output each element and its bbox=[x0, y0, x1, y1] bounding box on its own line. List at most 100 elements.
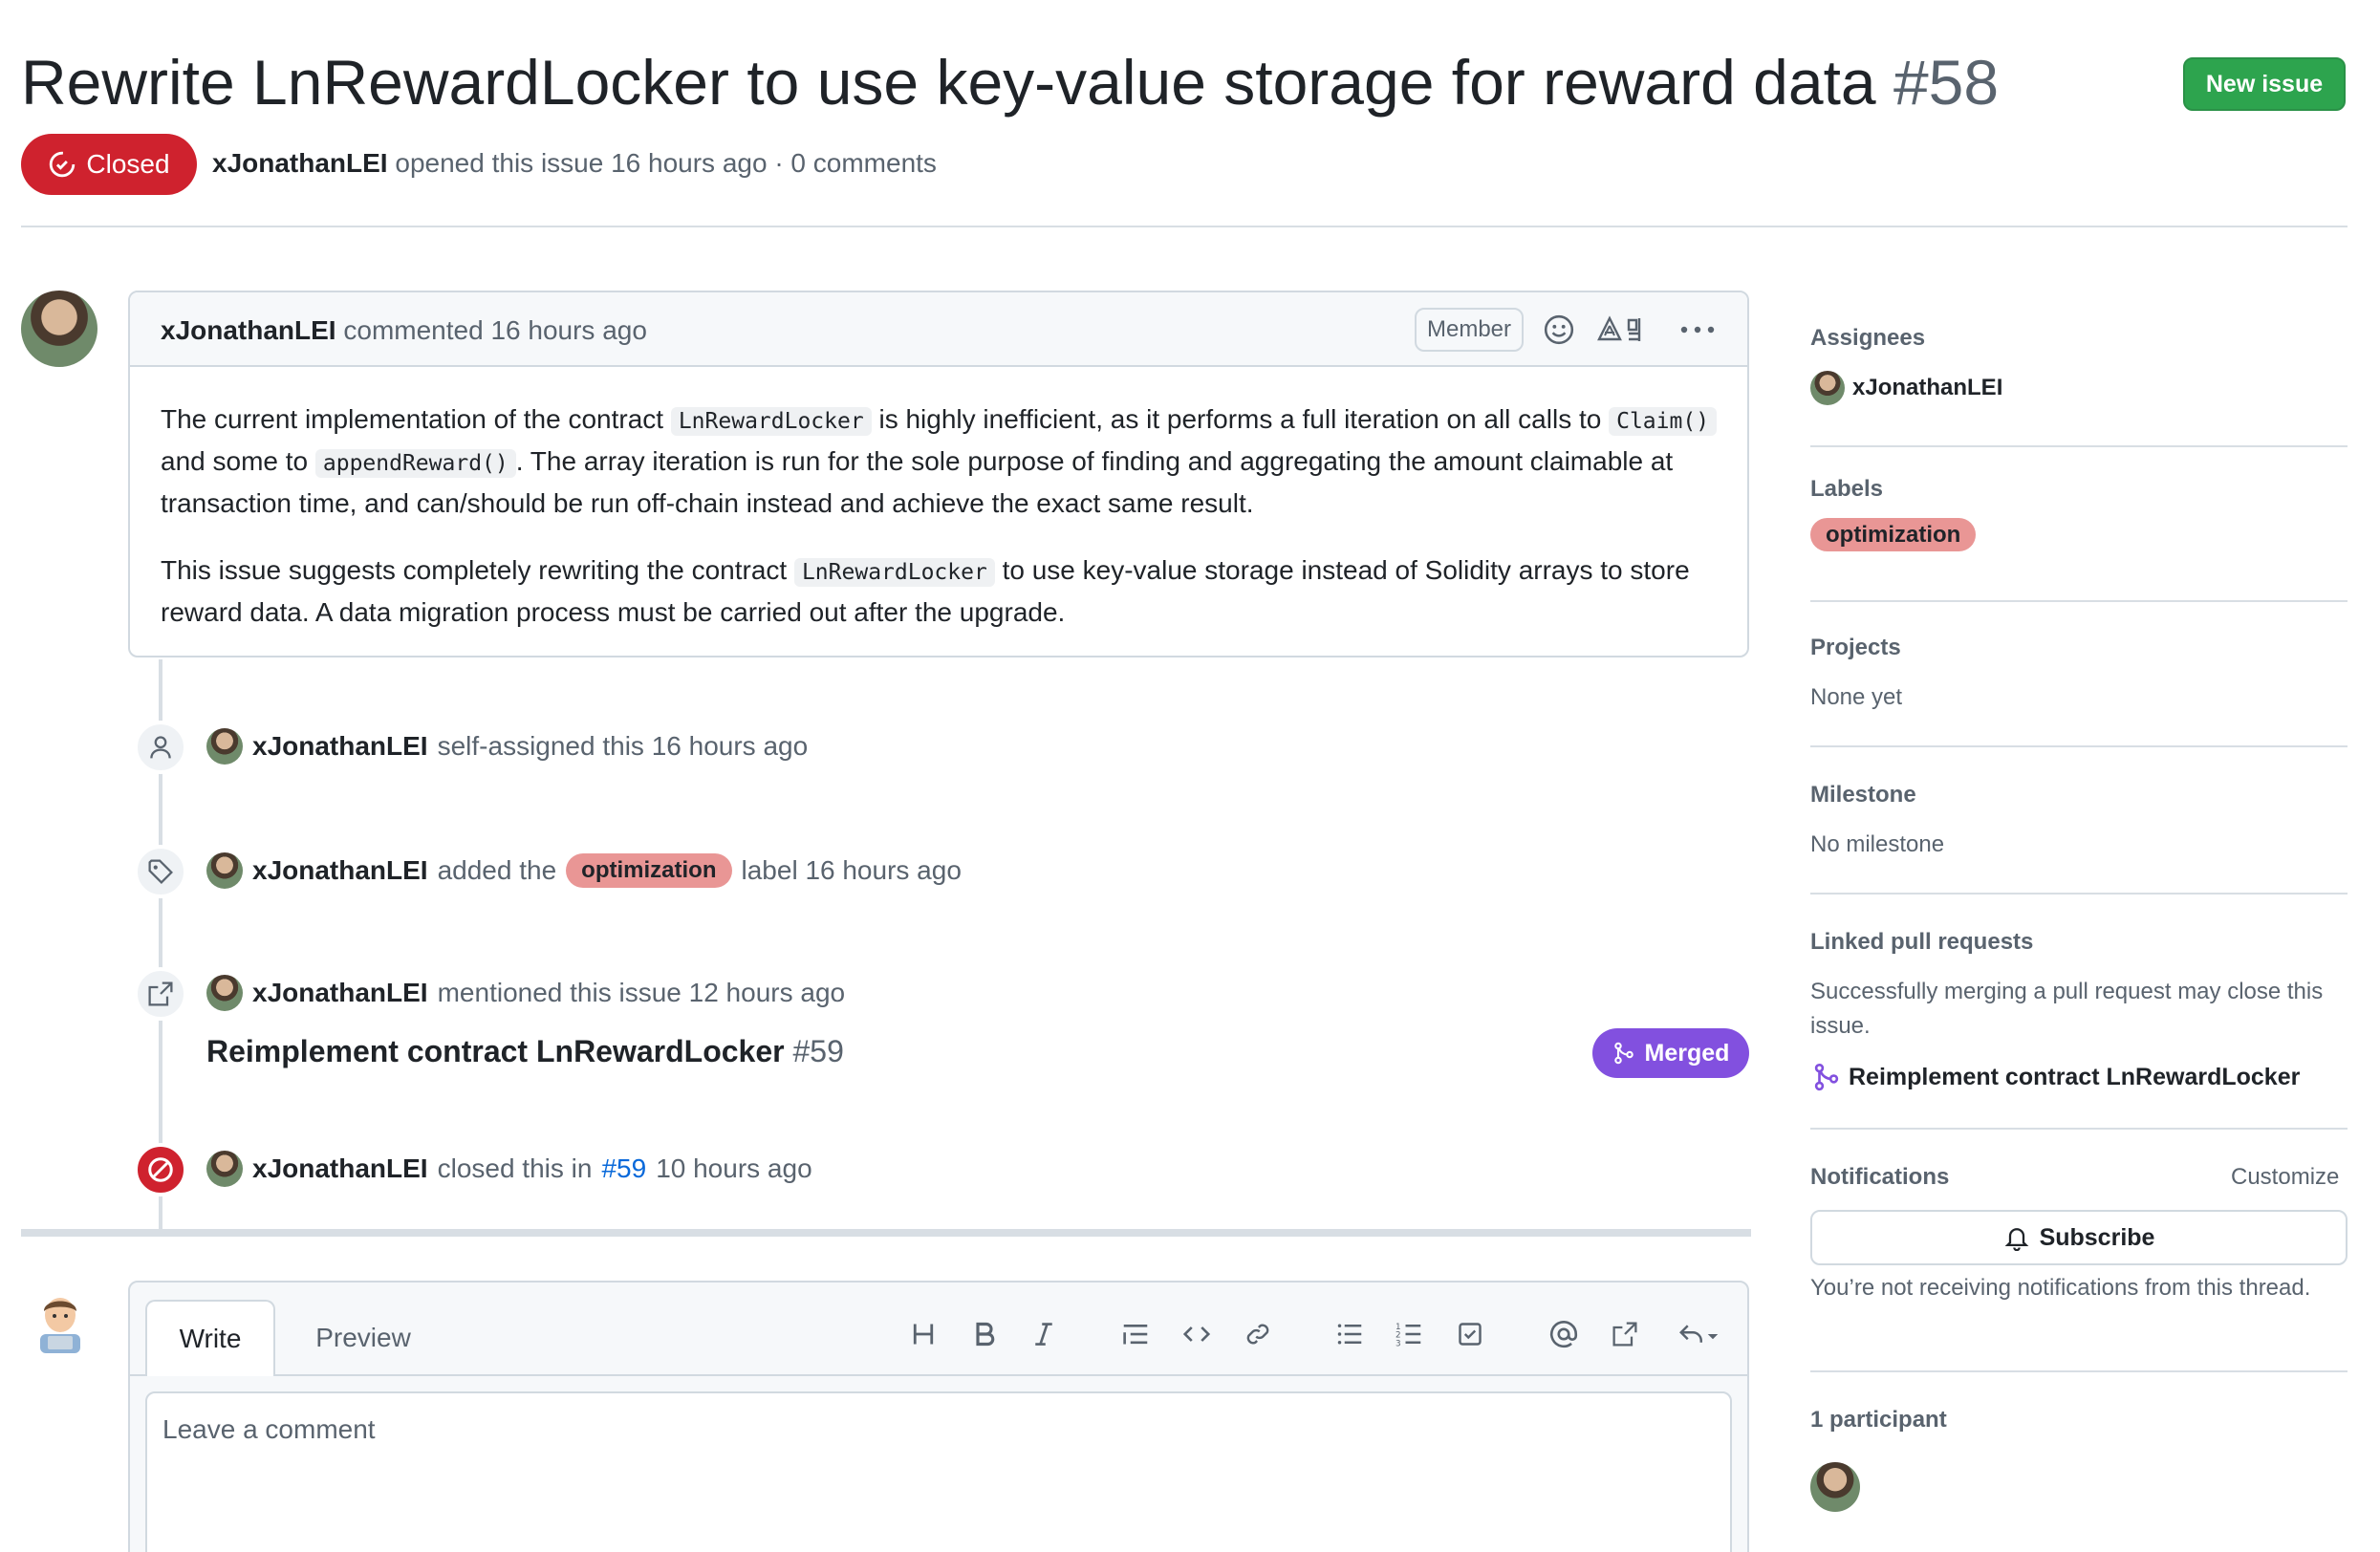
comment-text: This issue suggests completely rewriting… bbox=[161, 555, 794, 585]
person-icon bbox=[150, 736, 171, 759]
avatar bbox=[1810, 371, 1845, 405]
mention-icon[interactable] bbox=[1543, 1313, 1585, 1355]
event-text: 10 hours ago bbox=[656, 1153, 812, 1183]
tab-write[interactable]: Write bbox=[145, 1300, 275, 1376]
translate-icon[interactable] bbox=[1596, 313, 1650, 351]
emoji-reaction-icon[interactable] bbox=[1543, 313, 1575, 351]
milestone-heading[interactable]: Milestone bbox=[1810, 782, 1916, 808]
avatar[interactable] bbox=[206, 728, 243, 765]
assigned-event-badge bbox=[134, 721, 187, 774]
referenced-pr-title[interactable]: Reimplement contract LnRewardLocker bbox=[206, 1034, 785, 1068]
issue-state-badge: Closed bbox=[21, 134, 197, 195]
event-user-link[interactable]: xJonathanLEI bbox=[252, 1153, 428, 1184]
assignees-heading[interactable]: Assignees bbox=[1810, 325, 1925, 352]
projects-heading[interactable]: Projects bbox=[1810, 635, 1901, 661]
new-issue-button[interactable]: New issue bbox=[2183, 57, 2346, 111]
mentioned-event-badge bbox=[134, 967, 187, 1021]
event-user-link[interactable]: xJonathanLEI bbox=[252, 855, 428, 886]
comment-timestamp[interactable]: commented 16 hours ago bbox=[343, 315, 647, 345]
issue-meta: xJonathanLEI opened this issue 16 hours … bbox=[212, 148, 937, 179]
bold-icon[interactable] bbox=[963, 1313, 1006, 1355]
link-icon[interactable] bbox=[1237, 1313, 1279, 1355]
comment-textarea[interactable] bbox=[145, 1391, 1732, 1552]
event-user-link[interactable]: xJonathanLEI bbox=[252, 978, 428, 1008]
issue-author-link[interactable]: xJonathanLEI bbox=[212, 148, 388, 178]
comment-author-link[interactable]: xJonathanLEI bbox=[161, 315, 336, 345]
linked-pr-title[interactable]: Reimplement contract LnRewardLocker bbox=[1849, 1064, 2300, 1091]
label-optimization[interactable]: optimization bbox=[566, 853, 732, 888]
italic-icon[interactable] bbox=[1023, 1313, 1065, 1355]
labels-heading[interactable]: Labels bbox=[1810, 476, 1883, 503]
sidebar-label-optimization[interactable]: optimization bbox=[1810, 518, 1977, 551]
notifications-note: You’re not receiving notifications from … bbox=[1810, 1275, 2311, 1301]
avatar[interactable] bbox=[206, 852, 243, 889]
event-text: closed this in bbox=[437, 1153, 593, 1183]
comment-text: and some to bbox=[161, 446, 315, 476]
avatar[interactable] bbox=[206, 975, 243, 1011]
timeline-mentioned-event: xJonathanLEI mentioned this issue 12 hou… bbox=[206, 975, 845, 1011]
subscribe-button[interactable]: Subscribe bbox=[1810, 1210, 2348, 1265]
issue-state-label: Closed bbox=[86, 149, 170, 179]
heading-icon[interactable] bbox=[902, 1313, 944, 1355]
issue-closed-icon bbox=[50, 151, 76, 178]
referenced-pr-number[interactable]: #59 bbox=[792, 1034, 843, 1068]
sidebar-divider bbox=[1810, 1370, 2348, 1372]
timeline-divider bbox=[21, 1229, 1751, 1237]
header-divider bbox=[21, 226, 2348, 227]
linked-prs-heading[interactable]: Linked pull requests bbox=[1810, 929, 2033, 956]
labeled-event-badge bbox=[134, 845, 187, 898]
linked-prs-note: Successfully merging a pull request may … bbox=[1810, 979, 2324, 1039]
event-text: added the bbox=[437, 855, 557, 885]
merged-label: Merged bbox=[1644, 1039, 1730, 1067]
git-merge-icon bbox=[1613, 1042, 1634, 1065]
comment-author-line: xJonathanLEI commented 16 hours ago bbox=[161, 315, 647, 346]
cross-reference-icon[interactable] bbox=[1604, 1313, 1646, 1355]
avatar[interactable] bbox=[206, 1151, 243, 1187]
comment-header: xJonathanLEI commented 16 hours ago Memb… bbox=[130, 292, 1747, 367]
notifications-heading: Notifications bbox=[1810, 1164, 1950, 1190]
customize-notifications-link[interactable]: Customize bbox=[2231, 1164, 2339, 1191]
inline-code: Claim() bbox=[1609, 407, 1718, 436]
comment-text: The current implementation of the contra… bbox=[161, 404, 671, 434]
member-badge: Member bbox=[1415, 308, 1524, 352]
avatar[interactable] bbox=[21, 291, 97, 367]
linked-pr-link[interactable]: Reimplement contract LnRewardLocker bbox=[1812, 1063, 2300, 1091]
quote-icon[interactable] bbox=[1114, 1313, 1157, 1355]
issue-title: Rewrite LnRewardLocker to use key-value … bbox=[21, 42, 1999, 122]
issue-title-text: Rewrite LnRewardLocker to use key-value … bbox=[21, 47, 1876, 118]
closing-pr-link[interactable]: #59 bbox=[601, 1153, 646, 1184]
more-options-icon[interactable] bbox=[1678, 313, 1717, 351]
comment-paragraph: This issue suggests completely rewriting… bbox=[161, 550, 1728, 633]
subscribe-label[interactable]: Subscribe bbox=[2040, 1224, 2155, 1252]
event-text: self-assigned this 16 hours ago bbox=[437, 731, 809, 761]
inline-code: LnRewardLocker bbox=[670, 407, 872, 436]
sidebar-divider bbox=[1810, 893, 2348, 895]
timeline-labeled-event: xJonathanLEI added the optimization labe… bbox=[206, 852, 962, 889]
sidebar-divider bbox=[1810, 745, 2348, 747]
task-list-icon[interactable] bbox=[1449, 1313, 1491, 1355]
merged-badge: Merged bbox=[1592, 1028, 1749, 1078]
projects-value: None yet bbox=[1810, 684, 1903, 710]
timeline-closed-event: xJonathanLEI closed this in #59 10 hours… bbox=[206, 1151, 812, 1187]
referenced-pr-link[interactable]: Reimplement contract LnRewardLocker #59 bbox=[206, 1034, 844, 1069]
event-user-link[interactable]: xJonathanLEI bbox=[252, 731, 428, 762]
assignee-item[interactable]: xJonathanLEI bbox=[1810, 371, 2002, 405]
numbered-list-icon[interactable]: 123 bbox=[1388, 1313, 1430, 1355]
tab-preview[interactable]: Preview bbox=[296, 1300, 430, 1376]
participant-avatar[interactable] bbox=[1810, 1462, 1860, 1512]
milestone-value: No milestone bbox=[1810, 831, 1945, 857]
bulleted-list-icon[interactable] bbox=[1329, 1313, 1371, 1355]
label-optimization[interactable]: optimization bbox=[1810, 518, 1977, 551]
comment-paragraph: The current implementation of the contra… bbox=[161, 399, 1728, 524]
bell-icon bbox=[2004, 1228, 2028, 1251]
circle-slash-icon bbox=[148, 1157, 173, 1182]
code-icon[interactable] bbox=[1176, 1313, 1218, 1355]
issue-number: #58 bbox=[1893, 47, 2000, 118]
event-text: label 16 hours ago bbox=[741, 855, 962, 885]
git-merge-icon bbox=[1814, 1063, 1839, 1091]
cross-reference-icon bbox=[148, 981, 173, 1006]
svg-text:3: 3 bbox=[1396, 1339, 1401, 1347]
assignee-name[interactable]: xJonathanLEI bbox=[1852, 375, 2002, 401]
saved-reply-icon[interactable] bbox=[1671, 1313, 1728, 1355]
sidebar-divider bbox=[1810, 1128, 2348, 1130]
